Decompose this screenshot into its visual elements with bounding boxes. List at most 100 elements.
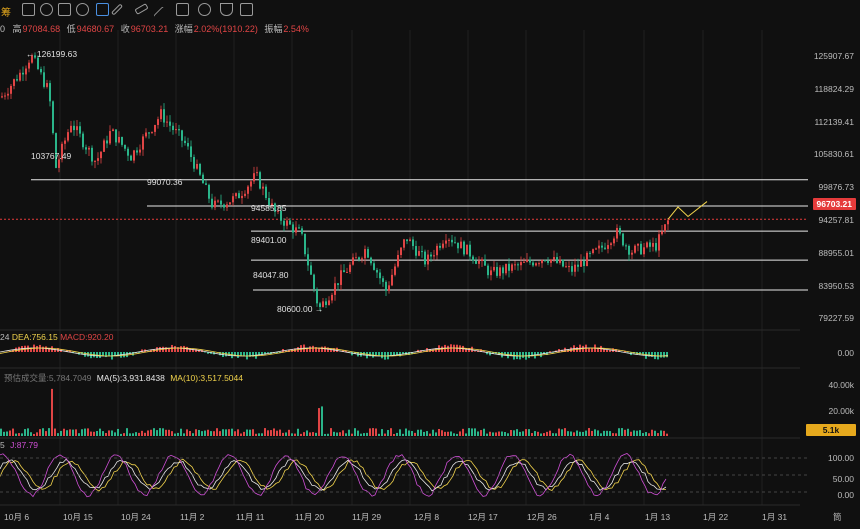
change-label: 涨幅 xyxy=(174,24,193,34)
candle-body xyxy=(142,136,144,150)
volume-bar xyxy=(489,431,491,436)
volume-bar xyxy=(381,429,383,436)
volume-bar xyxy=(543,433,545,436)
candle-body xyxy=(391,274,393,286)
candle-body xyxy=(445,240,447,244)
volume-bar xyxy=(585,430,587,436)
date-tick: 12月 26 xyxy=(527,512,557,522)
current-price-tag: 96703.21 xyxy=(812,198,856,210)
candle-body xyxy=(295,227,297,233)
volume-bar xyxy=(447,431,449,436)
volume-bar xyxy=(123,433,125,436)
volume-bar xyxy=(624,429,626,436)
candle-body xyxy=(40,69,42,73)
low-value: 94680.67 xyxy=(76,24,115,34)
candle-body xyxy=(187,143,189,147)
candle-body xyxy=(166,121,168,123)
settings-icon[interactable] xyxy=(76,3,89,16)
delete-icon[interactable] xyxy=(240,3,253,16)
candle-body xyxy=(193,157,195,169)
compare-icon[interactable] xyxy=(58,3,71,16)
volume-bar xyxy=(24,429,26,436)
volume-bar xyxy=(429,433,431,436)
candle-body xyxy=(169,121,171,126)
crop-icon[interactable] xyxy=(96,3,109,16)
pencil-icon[interactable] xyxy=(110,3,124,16)
candle-body xyxy=(559,259,561,263)
volume-bar xyxy=(345,433,347,436)
volume-bar xyxy=(198,430,200,436)
candle-body xyxy=(199,163,201,175)
volume-bar xyxy=(459,431,461,436)
candle-body xyxy=(196,163,198,169)
candle-body xyxy=(580,260,582,267)
volume-bar xyxy=(30,432,32,436)
volume-bar xyxy=(132,433,134,436)
candle-body xyxy=(16,79,18,81)
filter-icon[interactable] xyxy=(220,3,233,16)
candle-body xyxy=(292,224,294,233)
compass-icon[interactable] xyxy=(198,3,211,16)
volume-bar xyxy=(120,433,122,436)
volume-bar xyxy=(351,433,353,436)
candle-body xyxy=(151,131,153,133)
candle-body xyxy=(103,140,105,152)
volume-tag: 5.1k xyxy=(806,424,856,436)
volume-bar xyxy=(663,430,665,436)
candle-body xyxy=(226,204,228,208)
candle-body xyxy=(265,186,267,199)
volume-bar xyxy=(99,428,101,436)
volume-bar xyxy=(12,428,14,436)
refresh-icon[interactable] xyxy=(40,3,53,16)
volume-bar xyxy=(48,428,50,436)
volume-bar xyxy=(483,428,485,436)
volume-bar xyxy=(258,433,260,436)
volume-bar xyxy=(627,428,629,436)
volume-bar xyxy=(582,431,584,436)
candle-body xyxy=(133,150,135,161)
candle-body xyxy=(247,186,249,194)
volume-bar xyxy=(609,431,611,436)
candle-body xyxy=(616,227,618,239)
high-value: 97084.68 xyxy=(22,24,61,34)
close-value: 96703.21 xyxy=(130,24,169,34)
price-tick: 94257.81 xyxy=(818,215,854,225)
candle-body xyxy=(490,270,492,276)
volume-legend: 预估成交量:5,784.7049 MA(5):3,931.8438 MA(10)… xyxy=(4,372,243,384)
volume-bar xyxy=(435,432,437,436)
volume-bar xyxy=(660,430,662,436)
candle-body xyxy=(505,263,507,274)
volume-bar xyxy=(186,429,188,436)
text-icon[interactable] xyxy=(176,3,189,16)
macd-bar xyxy=(489,352,491,356)
volume-bar xyxy=(450,431,452,436)
measure-icon[interactable] xyxy=(22,3,35,16)
candle-body xyxy=(10,85,12,94)
candle-body xyxy=(664,224,666,232)
date-tick: 11月 11 xyxy=(236,512,265,522)
volume-bar xyxy=(159,428,161,436)
candle-body xyxy=(400,247,402,256)
candle-body xyxy=(37,57,39,70)
level-label-84047: 84047.80 xyxy=(253,270,289,280)
macd-bar xyxy=(321,346,323,352)
ruler-icon[interactable] xyxy=(134,3,149,15)
volume-bar xyxy=(102,431,104,436)
low-label: 低 xyxy=(66,24,76,34)
candle-body xyxy=(415,246,417,256)
candle-body xyxy=(418,251,420,256)
volume-bar xyxy=(417,429,419,436)
volume-bar xyxy=(411,431,413,436)
volume-bar xyxy=(648,433,650,436)
volume-bar xyxy=(642,433,644,436)
volume-bar xyxy=(525,429,527,436)
candle-body xyxy=(175,129,177,131)
candlestick-chart[interactable] xyxy=(0,0,860,529)
kdj-axis-tick: 50.00 xyxy=(832,474,854,484)
candle-body xyxy=(637,243,639,246)
candle-body xyxy=(574,264,576,272)
candle-body xyxy=(304,233,306,255)
volume-bar xyxy=(513,430,515,436)
volume-bar xyxy=(666,433,668,436)
candle-body xyxy=(238,193,240,199)
